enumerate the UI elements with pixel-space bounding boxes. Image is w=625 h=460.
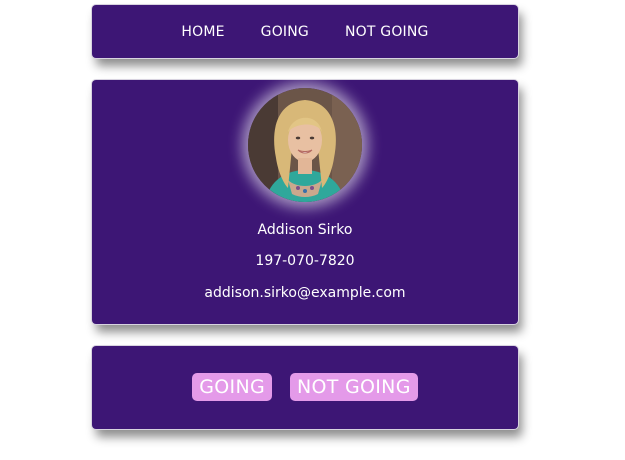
nav-going-link[interactable]: GOING: [261, 24, 309, 40]
profile-phone: 197-070-7820: [255, 253, 355, 269]
top-nav: HOME GOING NOT GOING: [92, 5, 518, 58]
profile-email: addison.sirko@example.com: [204, 285, 406, 301]
profile-card: Addison Sirko 197-070-7820 addison.sirko…: [92, 80, 518, 324]
actions-card: GOING NOT GOING: [92, 346, 518, 429]
avatar-photo: [248, 88, 362, 202]
nav-home-link[interactable]: HOME: [181, 24, 224, 40]
not-going-button[interactable]: NOT GOING: [289, 373, 418, 401]
avatar: [248, 88, 362, 202]
profile-name: Addison Sirko: [257, 222, 353, 238]
top-nav-card: HOME GOING NOT GOING: [92, 5, 518, 58]
nav-not-going-link[interactable]: NOT GOING: [345, 24, 429, 40]
going-button[interactable]: GOING: [192, 373, 272, 401]
rsvp-button-row: GOING NOT GOING: [92, 373, 518, 401]
